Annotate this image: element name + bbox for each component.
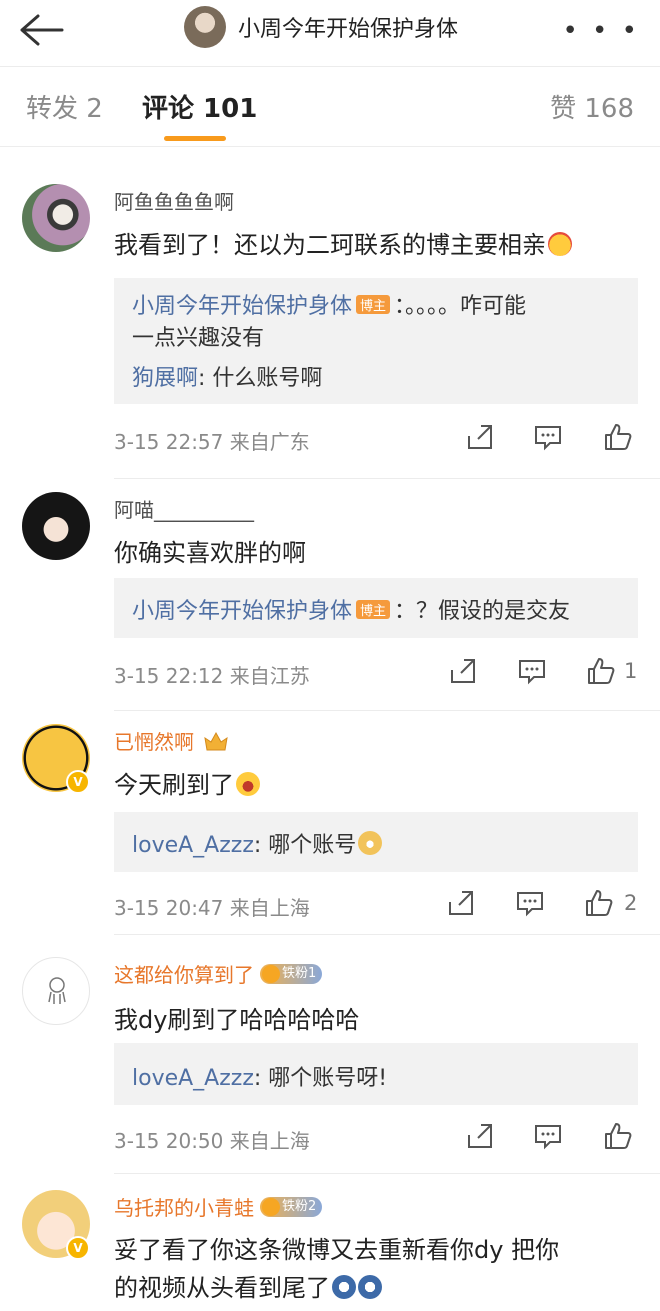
tab-bar: 转发 2 评论 101 赞 168 [0,70,660,147]
more-icon[interactable]: • • • [562,16,640,46]
comment-text: 我看到了！还以为二珂联系的博主要相亲 [114,225,572,260]
share-icon[interactable] [465,422,495,452]
share-icon[interactable] [446,888,476,918]
comment-text: 你确实喜欢胖的啊 [114,539,306,567]
comment-text: 我dy刷到了哈哈哈哈哈 [114,1006,360,1034]
reply-author[interactable]: 小周今年开始保护身体 [132,294,352,319]
comment-text-content: 我看到了！还以为二珂联系的博主要相亲 [114,231,546,259]
thumb-up-icon[interactable] [603,1121,633,1151]
post-title[interactable]: 小周今年开始保护身体 [184,6,458,48]
divider [114,478,660,479]
comment-icon[interactable] [515,888,545,918]
reply-text-continued: 一点兴趣没有 [132,326,265,351]
thumb-up-icon[interactable] [586,656,616,686]
verified-icon: V [66,770,90,794]
reply-author[interactable]: loveA_Azzz [132,833,254,858]
reply-text: ：。。。。咋可能 [394,294,527,319]
avatar[interactable] [22,184,90,252]
comment-text-content: 的视频从头看到尾了 [114,1274,330,1302]
reply-text: : 哪个账号 [253,833,357,858]
username-text: 乌托邦的小青蛙 [114,1196,254,1220]
comment-username[interactable]: 乌托邦的小青蛙 铁粉2 [114,1192,323,1221]
reply-text: : 哪个账号呀! [253,1066,388,1091]
thumb-up-icon[interactable] [603,422,633,452]
tab-repost[interactable]: 转发 2 [26,88,103,125]
reply-box[interactable]: 小周今年开始保护身体 博主 ：？假设的是交友 [114,578,638,638]
avatar[interactable] [22,957,90,1025]
reply-author[interactable]: 狗展啊 [132,366,198,391]
comment-meta: 3-15 20:50 来自上海 [114,1129,310,1153]
like-count: 1 [624,659,638,683]
laugh-emoji-icon [236,772,260,796]
comment-icon[interactable] [533,1121,563,1151]
comment-meta: 3-15 22:57 来自广东 [114,430,310,454]
comment-meta: 3-15 22:12 来自江苏 [114,664,310,688]
tab-likes[interactable]: 赞 168 [550,88,634,125]
comment-username[interactable]: 已惘然啊 [114,726,230,755]
comment-text: 妥了看了你这条微博又去重新看你dy 把你 [114,1236,560,1264]
comment-username[interactable]: 阿喵__________ [114,494,254,523]
author-tag: 博主 [356,295,391,314]
username-text: 这都给你算到了 [114,963,254,987]
blush-emoji-icon [548,232,572,256]
fan-badge: 铁粉1 [260,963,323,984]
share-icon[interactable] [465,1121,495,1151]
author-avatar[interactable] [184,6,226,48]
author-tag: 博主 [356,600,391,619]
comment-text-continued: 的视频从头看到尾了 [114,1268,382,1303]
comment-username[interactable]: 阿鱼鱼鱼鱼啊 [114,186,234,215]
thumb-up-icon[interactable] [584,888,614,918]
arrow-left-icon[interactable] [16,10,66,50]
avatar[interactable] [22,492,90,560]
comment-icon[interactable] [533,422,563,452]
divider [114,934,660,935]
fan-badge: 铁粉2 [260,1196,323,1217]
reply-box[interactable]: loveA_Azzz: 哪个账号呀! [114,1043,638,1105]
reply-item: loveA_Azzz: 哪个账号 [132,827,383,859]
ghost-avatar-icon [48,977,66,1004]
author-name: 小周今年开始保护身体 [238,17,459,42]
username-text: 已惘然啊 [114,730,194,754]
comment-username[interactable]: 这都给你算到了 铁粉1 [114,959,323,988]
reply-item: 狗展啊: 什么账号啊 [132,360,322,392]
comment-meta: 3-15 20:47 来自上海 [114,896,310,920]
reply-text: : 什么账号啊 [198,366,323,391]
reply-item: 小周今年开始保护身体 博主 ：。。。。咋可能 [132,288,526,320]
reply-text: ：？假设的是交友 [394,599,571,624]
doge-emoji-icon [358,831,383,855]
tab-active-indicator [164,136,226,141]
divider [114,1173,660,1174]
scared-emoji-icon [332,1275,356,1299]
reply-author[interactable]: loveA_Azzz [132,1066,254,1091]
reply-box[interactable]: 小周今年开始保护身体 博主 ：。。。。咋可能 一点兴趣没有 狗展啊: 什么账号啊 [114,278,638,404]
top-bar: 小周今年开始保护身体 • • • [0,0,660,67]
reply-item: 小周今年开始保护身体 博主 ：？假设的是交友 [132,593,570,625]
crown-badge-icon [204,731,228,750]
divider [114,710,660,711]
like-count: 2 [624,891,638,915]
reply-box[interactable]: loveA_Azzz: 哪个账号 [114,812,638,872]
comment-text: 今天刷到了 [114,765,260,800]
comment-text-content: 今天刷到了 [114,771,234,799]
verified-icon: V [66,1236,90,1260]
reply-author[interactable]: 小周今年开始保护身体 [132,599,352,624]
scared-emoji-icon [358,1275,382,1299]
reply-item: loveA_Azzz: 哪个账号呀! [132,1060,387,1092]
tab-comment[interactable]: 评论 101 [142,88,257,125]
share-icon[interactable] [448,656,478,686]
comment-icon[interactable] [517,656,547,686]
